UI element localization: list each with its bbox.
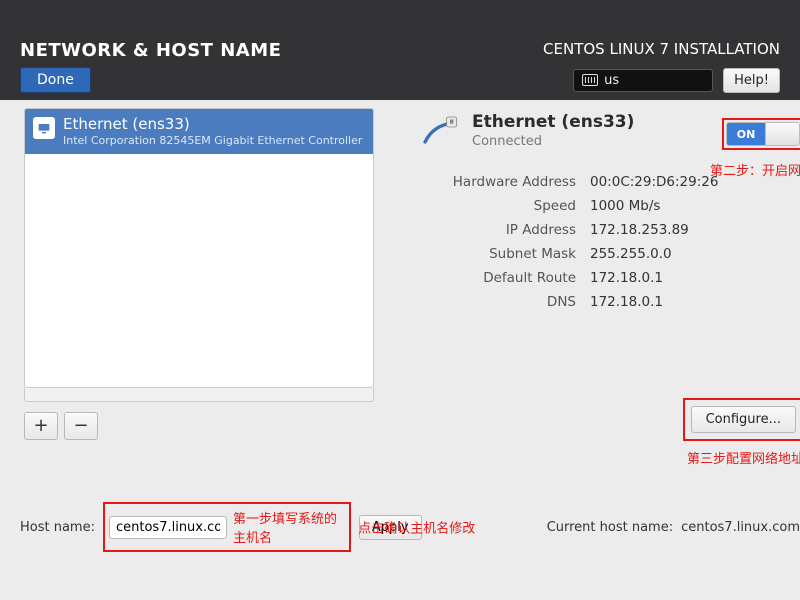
horizontal-scrollbar[interactable]: [24, 388, 374, 402]
annotation-box-step1: 第一步填写系统的主机名: [103, 502, 351, 552]
detail-row: IP Address 172.18.253.89: [400, 222, 800, 238]
detail-row: Default Route 172.18.0.1: [400, 270, 800, 286]
hostname-input[interactable]: [109, 516, 227, 539]
hostname-label: Host name:: [20, 520, 95, 535]
annotation-step2: 第二步：开启网卡: [710, 160, 800, 179]
page-title: NETWORK & HOST NAME: [20, 40, 281, 61]
ethernet-plug-icon: [420, 112, 460, 152]
interface-title: Ethernet (ens33): [472, 112, 634, 132]
interface-list-panel: Ethernet (ens33) Intel Corporation 82545…: [24, 108, 374, 440]
detail-row: Speed 1000 Mb/s: [400, 198, 800, 214]
current-hostname-label: Current host name:: [547, 520, 673, 535]
annotation-step3: 第三步配置网络地址: [687, 448, 800, 467]
top-bar: NETWORK & HOST NAME CENTOS LINUX 7 INSTA…: [0, 0, 800, 100]
interface-status: Connected: [472, 134, 634, 149]
keyboard-layout-label: us: [604, 73, 619, 88]
annotation-box-step2: ON: [722, 118, 800, 150]
current-hostname-value: centos7.linux.com: [681, 520, 800, 535]
toggle-on-label: ON: [727, 123, 765, 145]
annotation-step1: 第一步填写系统的主机名: [233, 508, 343, 546]
hostname-row: Host name: 第一步填写系统的主机名 Apply 点击确认主机名修改 C…: [20, 502, 800, 552]
keyboard-layout-indicator[interactable]: us: [573, 69, 713, 92]
interface-toggle[interactable]: ON: [726, 122, 800, 146]
interface-list[interactable]: Ethernet (ens33) Intel Corporation 82545…: [24, 108, 374, 388]
apply-hostname-button[interactable]: Apply: [359, 515, 422, 540]
annotation-box-step3: Configure...: [683, 398, 800, 441]
add-interface-button[interactable]: +: [24, 412, 58, 440]
toggle-knob: [765, 123, 799, 145]
interface-item-name: Ethernet (ens33): [63, 115, 365, 134]
content-area: Ethernet (ens33) Intel Corporation 82545…: [0, 100, 800, 600]
interface-item-subtitle: Intel Corporation 82545EM Gigabit Ethern…: [63, 134, 365, 148]
interface-details: Hardware Address 00:0C:29:D6:29:26 Speed…: [400, 174, 800, 310]
interface-detail-panel: Ethernet (ens33) Connected ON 第二步：开启网卡 H…: [400, 108, 800, 318]
done-button[interactable]: Done: [20, 67, 91, 93]
detail-row: Subnet Mask 255.255.0.0: [400, 246, 800, 262]
detail-row: DNS 172.18.0.1: [400, 294, 800, 310]
configure-button[interactable]: Configure...: [691, 406, 796, 433]
remove-interface-button[interactable]: −: [64, 412, 98, 440]
help-button[interactable]: Help!: [723, 68, 780, 93]
ethernet-icon: [33, 117, 55, 139]
interface-item-ens33[interactable]: Ethernet (ens33) Intel Corporation 82545…: [25, 109, 373, 154]
keyboard-icon: [582, 74, 598, 86]
product-title: CENTOS LINUX 7 INSTALLATION: [543, 40, 780, 58]
